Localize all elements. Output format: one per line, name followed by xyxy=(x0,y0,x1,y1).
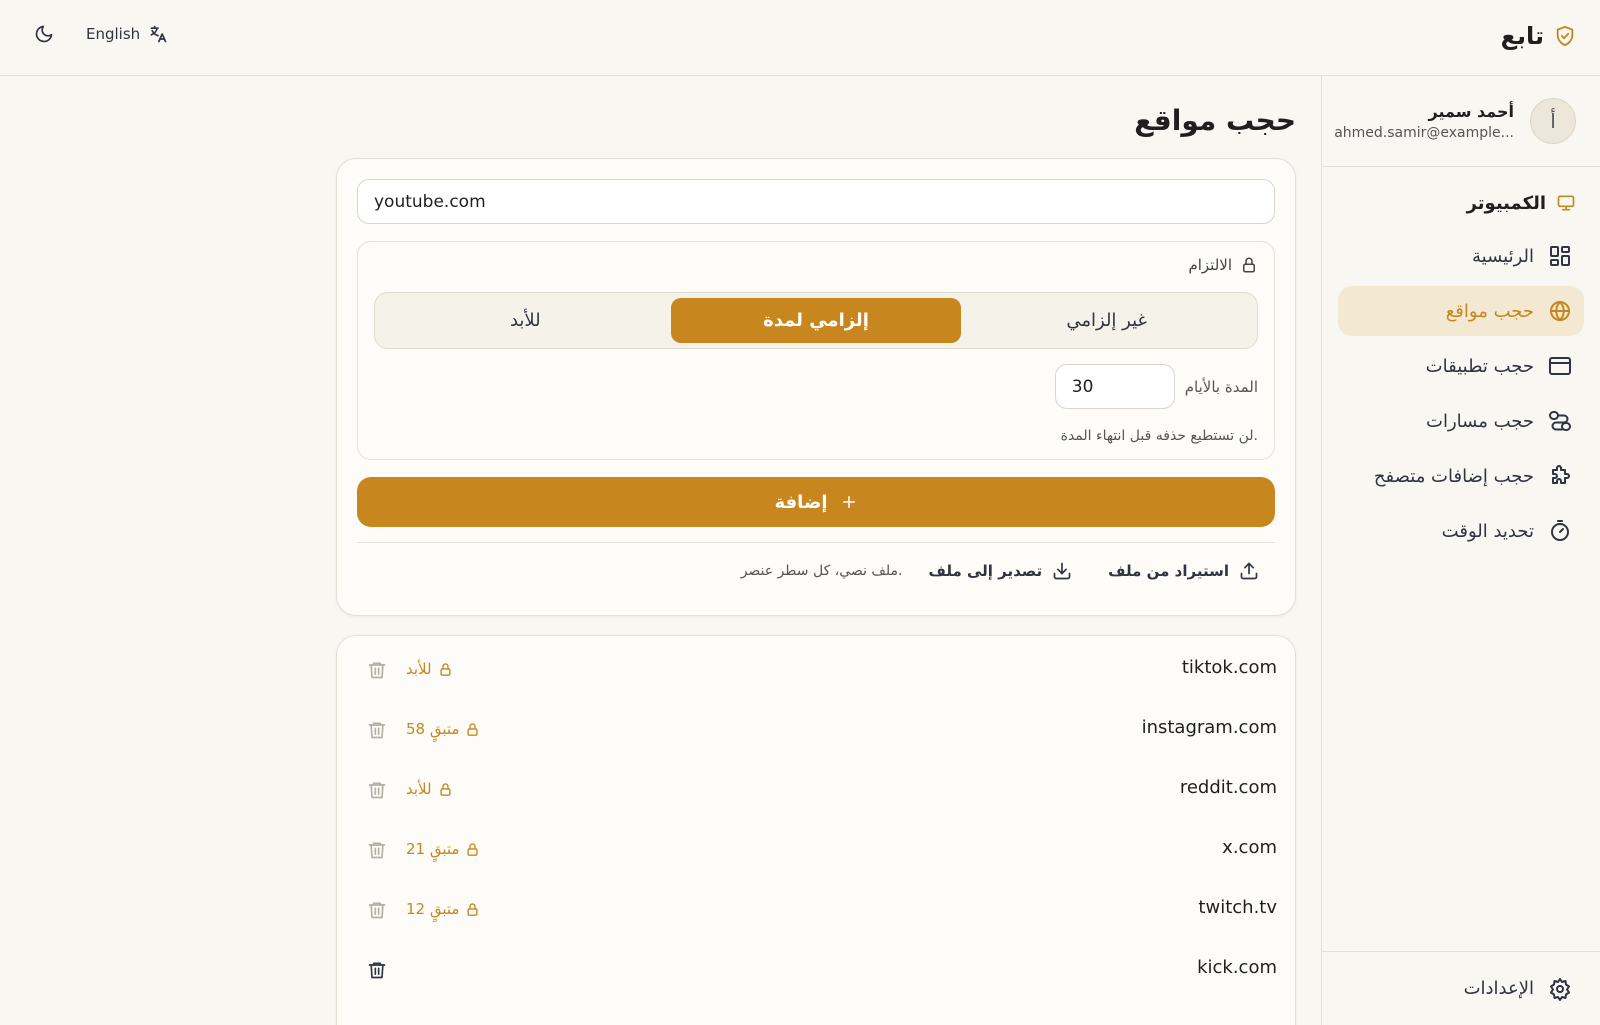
import-label: استيراد من ملف xyxy=(1108,562,1229,580)
site-domain: x.com xyxy=(1222,837,1277,858)
sidebar-item-label: حجب تطبيقات xyxy=(1425,355,1534,377)
app-name: تابع xyxy=(1500,22,1544,50)
lock-status: للأبد xyxy=(406,660,453,678)
status-label: متبقٍ 12 xyxy=(406,900,460,918)
trash-icon xyxy=(367,659,387,681)
sidebar-item-label: حجب مسارات xyxy=(1426,410,1534,432)
sidebar-item-home[interactable]: الرئيسية xyxy=(1338,231,1584,281)
list-item: kick.com xyxy=(337,940,1297,1000)
list-item: x.com متبقٍ 21 xyxy=(337,820,1297,880)
status-label: متبقٍ 58 xyxy=(406,720,460,738)
site-url-input[interactable] xyxy=(357,179,1275,224)
lock-icon xyxy=(1240,256,1258,274)
user-profile[interactable]: أ أحمد سمير ahmed.samir@example... xyxy=(1322,76,1600,167)
route-icon xyxy=(1548,409,1572,433)
timer-icon xyxy=(1548,519,1572,543)
sidebar-item-time-limit[interactable]: تحديد الوقت xyxy=(1338,506,1584,556)
trash-icon xyxy=(367,779,387,801)
lock-status: للأبد xyxy=(406,780,453,798)
site-domain: kick.com xyxy=(1197,957,1277,978)
site-domain: instagram.com xyxy=(1141,717,1277,738)
user-name: أحمد سمير xyxy=(1428,101,1515,121)
sidebar-item-block-paths[interactable]: حجب مسارات xyxy=(1338,396,1584,446)
sidebar-item-label: الرئيسية xyxy=(1472,245,1534,267)
commitment-label: الالتزام xyxy=(1188,256,1232,274)
gear-icon xyxy=(1548,977,1572,1001)
blocked-sites-list: tiktok.com للأبد instagram.com متبقٍ 58 … xyxy=(336,635,1296,1025)
brand: تابع xyxy=(1501,22,1576,50)
sidebar: أ أحمد سمير ahmed.samir@example... الكمب… xyxy=(1321,76,1600,1025)
translate-icon xyxy=(148,24,168,44)
list-item: twitch.tv متبقٍ 12 xyxy=(337,880,1297,940)
upload-icon xyxy=(1239,561,1259,581)
trash-icon xyxy=(367,719,387,741)
user-email: ahmed.samir@example... xyxy=(1334,124,1514,141)
status-label: للأبد xyxy=(406,660,432,678)
sidebar-item-block-extensions[interactable]: حجب إضافات متصفح xyxy=(1338,451,1584,501)
export-label: تصدير إلى ملف xyxy=(928,562,1043,580)
export-button[interactable]: تصدير إلى ملف xyxy=(928,561,1072,581)
shield-check-icon xyxy=(1554,24,1576,48)
monitor-icon xyxy=(1556,193,1576,213)
lock-icon xyxy=(465,842,480,857)
theme-toggle-moon-icon[interactable] xyxy=(34,24,54,44)
add-button-label: إضافة xyxy=(774,491,828,513)
commitment-hint: لن تستطيع حذفه قبل انتهاء المدة. xyxy=(1060,428,1258,444)
puzzle-icon xyxy=(1548,464,1572,488)
page-title: حجب مواقع xyxy=(1134,104,1296,137)
lock-icon xyxy=(465,722,480,737)
add-site-card: الالتزام غير إلزامي إلزامي لمدة للأبد ال… xyxy=(336,158,1296,616)
sidebar-item-settings[interactable]: الإعدادات xyxy=(1322,951,1600,1025)
sidebar-item-block-apps[interactable]: حجب تطبيقات xyxy=(1338,341,1584,391)
lock-icon xyxy=(465,902,480,917)
trash-icon xyxy=(367,899,387,921)
download-icon xyxy=(1052,561,1072,581)
sidebar-item-label: حجب إضافات متصفح xyxy=(1373,465,1534,487)
sidebar-item-label: تحديد الوقت xyxy=(1441,520,1534,542)
lock-status: متبقٍ 21 xyxy=(406,840,480,858)
sidebar-item-block-sites[interactable]: حجب مواقع xyxy=(1338,286,1584,336)
status-label: للأبد xyxy=(406,780,432,798)
commitment-option-optional[interactable]: غير إلزامي xyxy=(961,298,1252,343)
commitment-section: الالتزام غير إلزامي إلزامي لمدة للأبد ال… xyxy=(357,241,1275,460)
trash-icon xyxy=(367,839,387,861)
language-switch-button[interactable]: English xyxy=(86,24,168,44)
io-hint: ملف نصي، كل سطر عنصر. xyxy=(740,563,903,579)
avatar: أ xyxy=(1530,98,1576,144)
language-label: English xyxy=(86,25,141,43)
sidebar-item-label: حجب مواقع xyxy=(1445,300,1534,322)
divider xyxy=(357,542,1275,543)
days-input[interactable] xyxy=(1054,364,1175,409)
plus-icon xyxy=(840,493,858,511)
list-item: tiktok.com للأبد xyxy=(337,640,1297,700)
add-button[interactable]: إضافة xyxy=(357,477,1275,527)
dashboard-icon xyxy=(1548,244,1572,268)
lock-status: متبقٍ 58 xyxy=(406,720,480,738)
list-item: reddit.com للأبد xyxy=(337,760,1297,820)
import-button[interactable]: استيراد من ملف xyxy=(1108,561,1259,581)
list-item: instagram.com متبقٍ 58 xyxy=(337,700,1297,760)
app-window-icon xyxy=(1548,354,1572,378)
commitment-option-forever[interactable]: للأبد xyxy=(380,298,671,343)
commitment-segmented-control: غير إلزامي إلزامي لمدة للأبد xyxy=(374,292,1258,349)
site-domain: tiktok.com xyxy=(1181,657,1277,678)
delete-button-trash-icon[interactable] xyxy=(367,959,387,981)
lock-status: متبقٍ 12 xyxy=(406,900,480,918)
globe-icon xyxy=(1548,299,1572,323)
commitment-option-timed[interactable]: إلزامي لمدة xyxy=(670,298,962,343)
days-label: المدة بالأيام xyxy=(1184,377,1258,396)
device-section: الكمبيوتر xyxy=(1322,191,1600,215)
settings-label: الإعدادات xyxy=(1463,978,1534,999)
lock-icon xyxy=(438,782,453,797)
site-domain: twitch.tv xyxy=(1198,897,1277,918)
site-domain: reddit.com xyxy=(1179,777,1277,798)
device-label: الكمبيوتر xyxy=(1466,192,1546,214)
top-bar: تابع English xyxy=(0,0,1600,76)
sidebar-nav: الرئيسية حجب مواقع حجب تطبيقات حجب مسارا… xyxy=(1322,231,1600,556)
lock-icon xyxy=(438,662,453,677)
status-label: متبقٍ 21 xyxy=(406,840,460,858)
